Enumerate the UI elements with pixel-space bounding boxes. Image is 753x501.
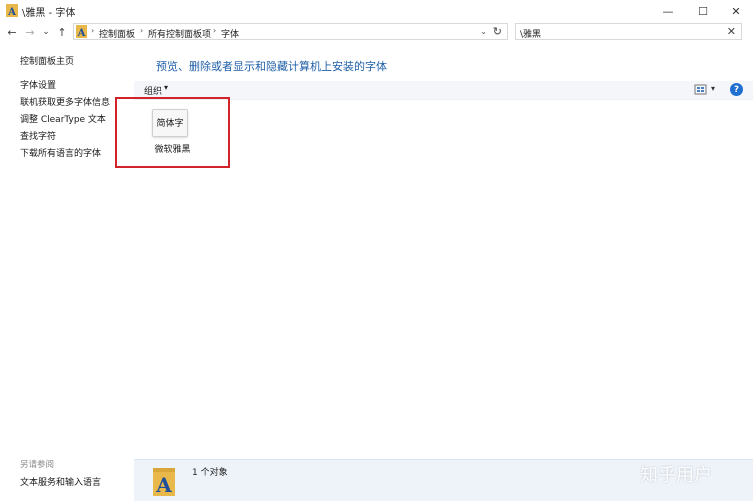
sidebar-item-online-fonts[interactable]: 联机获取更多字体信息 [20, 95, 110, 108]
fonts-folder-icon: A [76, 25, 87, 38]
font-item[interactable]: 简体字 微软雅黑 [115, 97, 230, 168]
window-title: \雅黑 - 字体 [22, 8, 76, 19]
view-options-icon[interactable] [694, 83, 707, 96]
help-icon[interactable]: ? [730, 83, 743, 96]
breadcrumb-all-items[interactable]: 所有控制面板项 [148, 27, 211, 40]
refresh-button[interactable]: ↻ [493, 25, 502, 38]
see-also-heading: 另请参阅 [20, 460, 55, 470]
svg-text:A: A [7, 7, 16, 17]
item-count: 1 个对象 [192, 468, 228, 478]
sidebar-item-font-settings[interactable]: 字体设置 [20, 78, 56, 91]
breadcrumb-separator: › [213, 26, 217, 35]
font-preview-text: 简体字 [156, 119, 184, 129]
organize-button[interactable]: 组织 [144, 84, 162, 97]
recent-locations-button[interactable]: ⌄ [38, 24, 54, 40]
page-title: 预览、删除或者显示和隐藏计算机上安装的字体 [156, 60, 387, 73]
address-dropdown-button[interactable]: ⌄ [480, 27, 487, 36]
breadcrumb-separator: › [140, 26, 144, 35]
sidebar-item-cleartype[interactable]: 调整 ClearType 文本 [20, 112, 106, 125]
sidebar: 控制面板主页 字体设置 联机获取更多字体信息 调整 ClearType 文本 查… [0, 42, 134, 500]
sidebar-item-character-map[interactable]: 查找字符 [20, 129, 56, 142]
sidebar-item-text-services[interactable]: 文本服务和输入语言 [20, 475, 101, 488]
breadcrumb-control-panel[interactable]: 控制面板 [99, 27, 135, 40]
navigation-row: ← → ⌄ ↑ A › 控制面板 › 所有控制面板项 › 字体 ⌄ ↻ \雅黑 … [0, 22, 753, 42]
chevron-down-icon[interactable]: ▾ [711, 84, 715, 93]
svg-text:A: A [155, 473, 172, 496]
search-input[interactable]: \雅黑 [520, 27, 541, 40]
watermark: 知乎用户 [640, 465, 712, 486]
fonts-folder-icon: A [153, 468, 175, 496]
maximize-button[interactable]: ☐ [686, 0, 720, 22]
breadcrumb-separator: › [91, 26, 95, 35]
forward-button[interactable]: → [22, 24, 38, 40]
up-button[interactable]: ↑ [54, 24, 70, 40]
clear-search-button[interactable]: ✕ [727, 25, 736, 38]
svg-text:A: A [77, 28, 86, 38]
title-bar: A \雅黑 - 字体 — ☐ ✕ [0, 0, 753, 22]
close-button[interactable]: ✕ [719, 0, 753, 22]
sidebar-item-download-fonts[interactable]: 下载所有语言的字体 [20, 146, 101, 159]
font-name: 微软雅黑 [154, 145, 191, 155]
main-content: 预览、删除或者显示和隐藏计算机上安装的字体 组织 ▾ ▾ ? 简体字 微软雅黑 [115, 42, 753, 459]
search-box[interactable]: \雅黑 ✕ [515, 23, 742, 40]
address-bar[interactable]: A › 控制面板 › 所有控制面板项 › 字体 ⌄ ↻ [73, 23, 508, 40]
breadcrumb-fonts[interactable]: 字体 [221, 27, 239, 40]
back-button[interactable]: ← [4, 24, 20, 40]
sidebar-item-control-panel-home[interactable]: 控制面板主页 [20, 54, 74, 67]
font-file-icon: 简体字 [152, 109, 188, 137]
chevron-down-icon[interactable]: ▾ [164, 83, 168, 92]
fonts-folder-icon: A [6, 4, 18, 17]
minimize-button[interactable]: — [651, 0, 685, 22]
